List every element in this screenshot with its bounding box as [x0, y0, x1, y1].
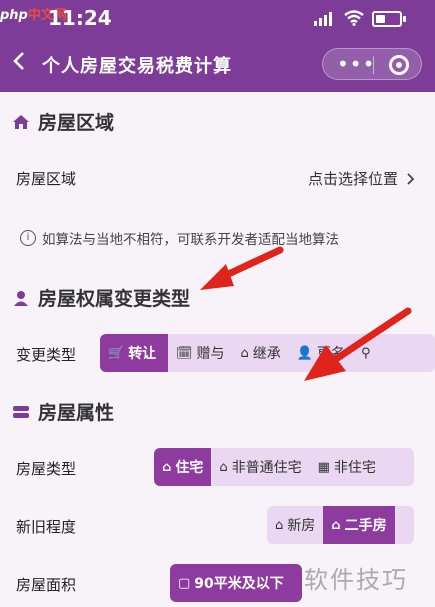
property-age-option-new-label: 新房 — [287, 518, 316, 534]
section-title-ownership: 房屋权属变更类型 — [12, 284, 190, 311]
property-type-option-nonstandard-label: 非普通住宅 — [231, 460, 302, 476]
watermark-text: 软件技巧 — [304, 566, 408, 594]
property-age-label: 新旧程度 — [16, 518, 77, 536]
change-type-option-inherit[interactable]: ⌂ 继承 — [233, 334, 289, 372]
wifi-icon — [344, 10, 364, 26]
change-type-label: 变更类型 — [16, 346, 77, 364]
property-type-option-residential-label: 住宅 — [175, 460, 204, 476]
property-age-option-secondhand-label: 二手房 — [344, 518, 387, 534]
property-area-label: 房屋面积 — [16, 576, 77, 594]
property-type-segmented: ⌂ 住宅 ⌂ 非普通住宅 ▦ 非住宅 — [154, 448, 414, 486]
home-outline-icon: ⌂ — [275, 517, 284, 533]
chevron-right-icon — [407, 172, 415, 185]
house-filled-icon: ⌂ — [219, 459, 228, 475]
more-button[interactable]: ••• — [337, 53, 375, 75]
mini-program-capsule: ••• — [322, 48, 422, 80]
home-outline-icon: ⌂ — [240, 345, 249, 361]
change-type-segmented: 🛒 转让 🗓 赠与 ⌂ 继承 👤 更名 ⚲ — [100, 334, 435, 372]
home-icon: ⌂ — [162, 459, 172, 475]
cart-icon: 🛒 — [108, 345, 125, 361]
status-bar: php中文网 11:24 — [0, 0, 435, 36]
property-area-segmented: ▢ 90平米及以下 — [170, 564, 302, 602]
search-icon: ⚲ — [360, 345, 371, 361]
change-type-option-more[interactable]: ⚲ — [353, 334, 379, 372]
property-type-label: 房屋类型 — [16, 460, 77, 478]
algorithm-note-text: 如算法与当地不相符，可联系开发者适配当地算法 — [42, 232, 339, 248]
signal-icon — [314, 12, 332, 26]
back-button[interactable] — [12, 50, 26, 79]
capsule-divider — [373, 56, 374, 74]
property-type-option-nonstandard[interactable]: ⌂ 非普通住宅 — [211, 448, 309, 486]
change-type-option-gift[interactable]: 🗓 赠与 — [168, 334, 233, 372]
section-title-property-label: 房屋属性 — [38, 402, 115, 424]
gift-icon: 🗓 — [176, 345, 193, 361]
main-content: 房屋区域 房屋区域 点击选择位置 i 如算法与当地不相符，可联系开发者适配当地算… — [0, 92, 435, 607]
house-icon — [13, 114, 29, 129]
shop-icon: ▦ — [317, 459, 330, 475]
property-area-option-90-label: 90平米及以下 — [194, 576, 284, 592]
battery-icon — [372, 11, 406, 27]
property-age-option-new[interactable]: ⌂ 新房 — [267, 506, 323, 544]
property-type-option-residential[interactable]: ⌂ 住宅 — [154, 448, 212, 486]
property-area-option-90[interactable]: ▢ 90平米及以下 — [170, 564, 302, 602]
change-type-option-transfer[interactable]: 🛒 转让 — [100, 334, 168, 372]
change-type-option-transfer-label: 转让 — [128, 346, 157, 362]
nav-bar: 个人房屋交易税费计算 ••• — [0, 36, 435, 92]
section-title-property: 房屋属性 — [12, 398, 114, 425]
page-title: 个人房屋交易税费计算 — [42, 56, 232, 77]
info-icon: i — [20, 230, 36, 246]
area-value[interactable]: 点击选择位置 — [308, 168, 415, 189]
algorithm-note: i 如算法与当地不相符，可联系开发者适配当地算法 — [20, 228, 339, 248]
area-value-text: 点击选择位置 — [307, 170, 398, 188]
change-type-option-rename-label: 更名 — [316, 346, 345, 362]
section-title-area-label: 房屋区域 — [38, 112, 115, 134]
square-icon: ▢ — [178, 575, 191, 591]
stack-icon — [13, 405, 29, 418]
area-label: 房屋区域 — [16, 170, 77, 188]
property-type-option-nonresidential[interactable]: ▦ 非住宅 — [310, 448, 384, 486]
section-title-ownership-label: 房屋权属变更类型 — [38, 288, 191, 310]
property-age-segmented: ⌂ 新房 ⌂ 二手房 — [267, 506, 414, 544]
user-icon: 👤 — [296, 345, 313, 361]
close-target-icon[interactable] — [389, 55, 409, 75]
change-type-option-inherit-label: 继承 — [252, 346, 281, 362]
section-title-area: 房屋区域 — [12, 108, 114, 135]
change-type-option-gift-label: 赠与 — [196, 346, 225, 362]
property-age-option-secondhand[interactable]: ⌂ 二手房 — [323, 506, 395, 544]
house-filled-icon: ⌂ — [331, 517, 341, 533]
person-icon — [14, 290, 28, 306]
chevron-left-icon — [13, 52, 24, 70]
property-type-option-nonresidential-label: 非住宅 — [333, 460, 376, 476]
change-type-option-rename[interactable]: 👤 更名 — [289, 334, 353, 372]
status-time: 11:24 — [48, 6, 112, 30]
